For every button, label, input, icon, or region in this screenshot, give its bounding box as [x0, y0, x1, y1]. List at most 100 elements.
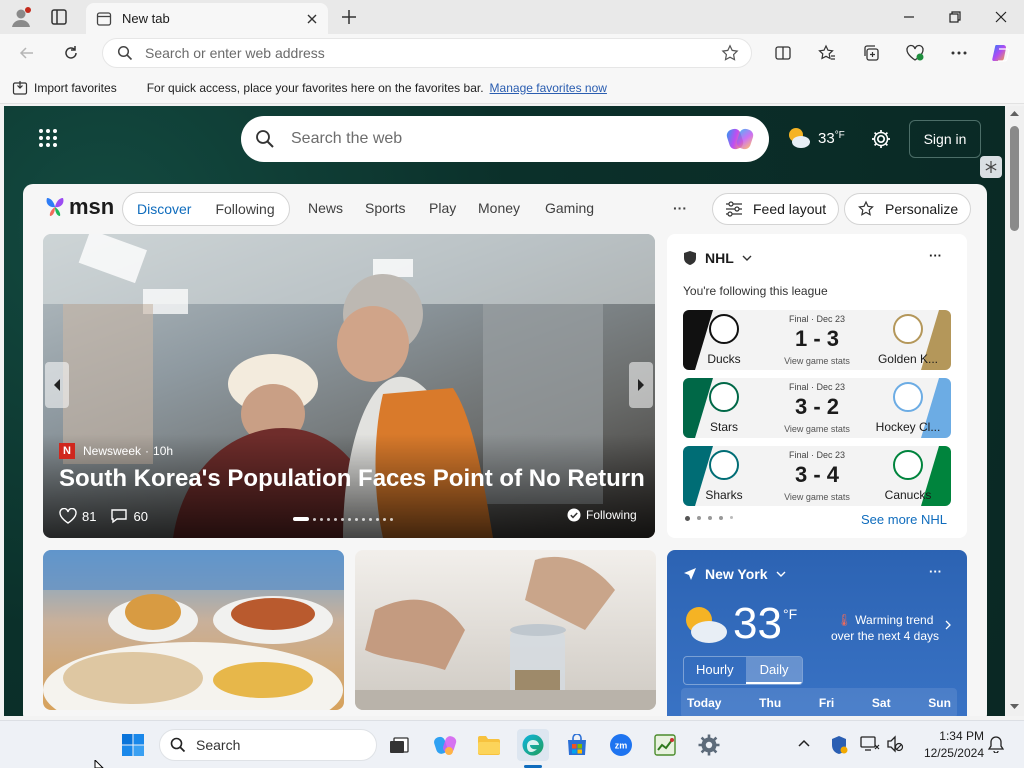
feed-layout-button[interactable]: Feed layout: [712, 193, 840, 225]
scroll-up-icon[interactable]: [1010, 110, 1019, 116]
task-view-icon[interactable]: [383, 729, 415, 761]
address-input[interactable]: Search or enter web address: [145, 45, 721, 61]
carousel-dot[interactable]: [390, 517, 393, 521]
personalize-button[interactable]: Personalize: [844, 193, 972, 225]
tab-actions-icon[interactable]: [50, 8, 68, 26]
sign-in-button[interactable]: Sign in: [909, 120, 981, 158]
close-tab-icon[interactable]: [306, 13, 318, 25]
nhl-header[interactable]: NHL: [683, 250, 752, 266]
day-today[interactable]: Today: [687, 696, 721, 710]
windows-start-icon[interactable]: [117, 729, 149, 761]
day-thu[interactable]: Thu: [759, 696, 781, 710]
clock[interactable]: 1:34 PM 12/25/2024: [912, 728, 984, 762]
carousel-dot[interactable]: [376, 517, 379, 521]
copilot-icon[interactable]: [725, 124, 755, 154]
new-tab-icon[interactable]: [340, 8, 358, 26]
weather-trend[interactable]: 🌡 Warming trend over the next 4 days: [829, 612, 941, 644]
weather-location[interactable]: New York: [683, 566, 786, 582]
nhl-game-row[interactable]: Sharks Canucks Final · Dec 23 3 - 4 View gam…: [683, 446, 951, 506]
minimize-button[interactable]: [886, 0, 932, 34]
settings-gear-icon[interactable]: [693, 729, 725, 761]
nav-more[interactable]: ···: [673, 200, 687, 216]
carousel-dot[interactable]: [369, 517, 372, 521]
day-fri[interactable]: Fri: [819, 696, 834, 710]
manage-favorites-link[interactable]: Manage favorites now: [490, 81, 607, 95]
web-search-input[interactable]: Search the web: [291, 130, 725, 148]
tab-new-tab[interactable]: New tab: [86, 3, 328, 34]
carousel-dot[interactable]: [348, 517, 351, 521]
close-window-button[interactable]: [978, 0, 1024, 34]
copilot-taskbar-icon[interactable]: [429, 729, 461, 761]
view-game-stats-link[interactable]: View game stats: [767, 424, 867, 434]
page-scrollbar[interactable]: [1005, 106, 1024, 716]
following-badge[interactable]: Following: [567, 508, 637, 522]
carousel-dot[interactable]: [341, 517, 344, 521]
view-game-stats-link[interactable]: View game stats: [767, 492, 867, 502]
zoom-app-icon[interactable]: zm: [605, 729, 637, 761]
hero-prev-button[interactable]: [45, 362, 69, 408]
carousel-dot[interactable]: [362, 517, 365, 521]
microsoft-store-icon[interactable]: [561, 729, 593, 761]
settings-more-icon[interactable]: [944, 38, 974, 68]
food-article-thumbnail[interactable]: [43, 550, 344, 710]
carousel-dot[interactable]: [327, 517, 330, 521]
hero-next-button[interactable]: [629, 362, 653, 408]
restore-button[interactable]: [932, 0, 978, 34]
weather-widget[interactable]: 33 °F: [786, 126, 845, 150]
back-icon[interactable]: [12, 38, 42, 68]
hero-headline[interactable]: South Korea's Population Faces Point of …: [59, 465, 645, 493]
carousel-dot[interactable]: [320, 517, 323, 521]
nav-news[interactable]: News: [308, 200, 343, 216]
refresh-icon[interactable]: [56, 38, 86, 68]
edge-browser-icon[interactable]: [517, 729, 549, 761]
collections-icon[interactable]: [856, 38, 886, 68]
settings-gear-icon[interactable]: [870, 128, 892, 150]
nhl-game-row[interactable]: Stars Hockey Cl... Final · Dec 23 3 - 2 View…: [683, 378, 951, 438]
nav-play[interactable]: Play: [429, 200, 456, 216]
like-icon[interactable]: [59, 508, 77, 524]
nav-money[interactable]: Money: [478, 200, 520, 216]
favorites-icon[interactable]: [812, 38, 842, 68]
snowflake-icon[interactable]: [980, 156, 1002, 178]
comment-icon[interactable]: [110, 508, 128, 524]
nav-gaming[interactable]: Gaming: [545, 200, 594, 216]
apps-grid-icon[interactable]: [38, 128, 58, 148]
web-search-box[interactable]: Search the web: [241, 116, 769, 162]
carousel-dot[interactable]: [313, 517, 316, 521]
chevron-right-icon[interactable]: [945, 620, 951, 630]
finance-article-thumbnail[interactable]: [355, 550, 656, 710]
favorite-star-icon[interactable]: [721, 44, 739, 62]
nhl-game-row[interactable]: Ducks Golden K... Final · Dec 23 1 - 3 View …: [683, 310, 951, 370]
msn-logo[interactable]: msn: [43, 194, 114, 220]
view-game-stats-link[interactable]: View game stats: [767, 356, 867, 366]
browser-essentials-icon[interactable]: [900, 38, 930, 68]
import-favorites-button[interactable]: Import favorites: [12, 80, 117, 96]
tab-hourly[interactable]: Hourly: [684, 657, 746, 684]
hero-article[interactable]: N Newsweek · 10h South Korea's Populatio…: [43, 234, 655, 538]
carousel-dot[interactable]: [383, 517, 386, 521]
profile-icon[interactable]: [10, 6, 32, 28]
copilot-icon[interactable]: [986, 38, 1016, 68]
tab-discover[interactable]: Discover: [137, 201, 191, 217]
network-icon[interactable]: [860, 735, 880, 753]
scroll-down-icon[interactable]: [1010, 704, 1019, 710]
nav-sports[interactable]: Sports: [365, 200, 405, 216]
volume-muted-icon[interactable]: [886, 735, 904, 753]
scrollbar-thumb[interactable]: [1010, 126, 1019, 231]
notification-bell-icon[interactable]: [988, 735, 1004, 753]
day-sun[interactable]: Sun: [928, 696, 951, 710]
weather-more-icon[interactable]: ···: [929, 564, 942, 579]
tab-following[interactable]: Following: [215, 201, 274, 217]
file-explorer-icon[interactable]: [473, 729, 505, 761]
see-more-nhl-link[interactable]: See more NHL: [861, 512, 947, 527]
carousel-dot[interactable]: [334, 517, 337, 521]
address-bar[interactable]: Search or enter web address: [102, 38, 752, 68]
nhl-more-icon[interactable]: ···: [929, 248, 942, 263]
chart-app-icon[interactable]: [649, 729, 681, 761]
tab-daily[interactable]: Daily: [745, 657, 803, 684]
split-screen-icon[interactable]: [768, 38, 798, 68]
carousel-dot[interactable]: [355, 517, 358, 521]
show-hidden-icons-chevron-icon[interactable]: [798, 739, 810, 747]
security-shield-icon[interactable]: [830, 735, 848, 755]
taskbar-search-box[interactable]: Search: [159, 729, 377, 761]
